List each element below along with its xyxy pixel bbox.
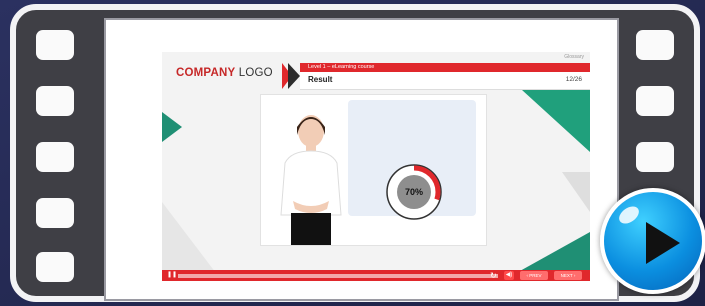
video-screen: COMPANY LOGO Level 1 – eLearning course … (104, 18, 619, 301)
pause-icon[interactable]: ❚❚ (167, 272, 177, 279)
sprocket-hole (36, 252, 74, 282)
sprocket-hole (636, 86, 674, 116)
film-strip-frame: COMPANY LOGO Level 1 – eLearning course … (10, 4, 700, 302)
volume-icon[interactable]: ◀) (504, 271, 514, 280)
sprocket-hole (36, 198, 74, 228)
presenter-image (280, 115, 342, 245)
company-logo: COMPANY LOGO (176, 67, 273, 79)
elearning-slide: COMPANY LOGO Level 1 – eLearning course … (162, 52, 590, 281)
score-donut: 70% (386, 164, 442, 220)
player-controls: ❚❚ ↻ ◀) ‹ PREV NEXT › (162, 270, 590, 281)
progress-fill (178, 274, 194, 278)
sprocket-hole (36, 30, 74, 60)
score-text: 70% (405, 187, 423, 197)
replay-icon[interactable]: ↻ (490, 270, 497, 281)
slide-title: Result (308, 75, 333, 84)
progress-bar[interactable] (178, 274, 498, 278)
title-bar (300, 72, 590, 90)
course-bar: Level 1 – eLearning course (300, 63, 590, 72)
sprocket-hole (36, 86, 74, 116)
prev-button[interactable]: ‹ PREV (520, 271, 548, 280)
next-button[interactable]: NEXT › (554, 271, 582, 280)
play-button[interactable] (600, 188, 705, 294)
play-icon (646, 222, 680, 264)
course-title: Level 1 – eLearning course (308, 64, 375, 70)
page-counter: 12/26 (565, 76, 582, 83)
glossary-link[interactable]: Glossary (564, 54, 584, 60)
sprocket-hole (636, 30, 674, 60)
play-button-highlight (615, 202, 643, 228)
header-chevron (288, 63, 300, 89)
sprocket-hole (636, 142, 674, 172)
sprocket-hole (36, 142, 74, 172)
